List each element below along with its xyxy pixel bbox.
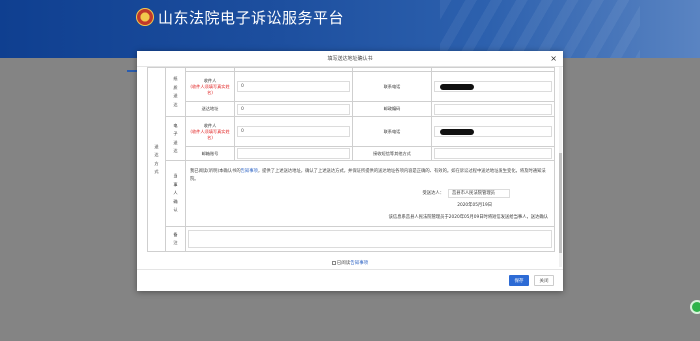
signer-input[interactable]: 莒县市人民法院管理员 xyxy=(448,188,510,198)
close-icon[interactable]: × xyxy=(550,54,557,63)
paper-recipient-label: 收件人 (收件人须填写真实姓名) xyxy=(185,71,235,102)
electronic-phone-label: 联系电话 xyxy=(352,116,432,147)
electronic-recipient-input[interactable]: 0 xyxy=(237,126,350,137)
agree-checkbox[interactable] xyxy=(331,260,336,265)
agree-notice-link[interactable]: 告知事项 xyxy=(350,261,368,266)
notice-link[interactable]: 告知事项 xyxy=(241,169,258,174)
dialog-title: 填写送达地址确认书 xyxy=(327,56,373,62)
signer-label: 受送达人： xyxy=(422,191,444,196)
save-button[interactable]: 保存 xyxy=(509,275,529,286)
sent-note: 该信息系莒县人民法院管理员于2020年05月09日时将短信发送给当事人，送达确认 xyxy=(388,214,548,220)
address-confirm-dialog: 填写送达地址确认书 × 送 达 方 式 纸 质 送 达 收件人 (收件人须填写真… xyxy=(137,51,563,291)
site-title: 山东法院电子诉讼服务平台 xyxy=(158,9,345,27)
delivery-method-label: 送 达 方 式 xyxy=(147,67,166,252)
electronic-recipient-label: 收件人 (收件人须填写真实姓名) xyxy=(185,116,235,147)
redacted-phone xyxy=(440,128,474,135)
confirm-content: 我已阅读(听明)本确认书的告知事项，提供了上述送达地址，确认了上述送达方式，并保… xyxy=(185,160,555,227)
paper-delivery-label: 纸 质 送 达 xyxy=(165,67,186,117)
email-label: 邮箱账号 xyxy=(185,146,235,161)
party-confirm-label: 当 事 人 确 认 xyxy=(165,160,186,227)
confirm-statement: 我已阅读(听明)本确认书的告知事项，提供了上述送达地址，确认了上述送达方式，并保… xyxy=(190,168,546,183)
paper-phone-input[interactable] xyxy=(434,81,552,92)
agree-text: 已阅读 xyxy=(336,261,351,266)
signer-row: 受送达人： 莒县市人民法院管理员 xyxy=(188,188,552,198)
close-button[interactable]: 关闭 xyxy=(534,275,554,286)
paper-postcode-input[interactable] xyxy=(434,103,552,115)
dialog-body: 送 达 方 式 纸 质 送 达 收件人 (收件人须填写真实姓名) 0 联系电话 … xyxy=(137,67,563,275)
court-emblem-icon xyxy=(136,8,154,26)
paper-recipient-hint: (收件人须填写真实姓名) xyxy=(190,83,230,95)
paper-phone-label: 联系电话 xyxy=(352,71,432,102)
banner-decoration xyxy=(440,0,640,58)
agree-row: 已阅读告知事项 xyxy=(137,260,563,266)
electronic-recipient-hint: (收件人须填写真实姓名) xyxy=(190,128,230,140)
remark-label: 备 注 xyxy=(165,226,186,252)
dialog-footer: 保存 关闭 xyxy=(137,269,563,291)
paper-address-label: 送达地址 xyxy=(185,101,235,117)
other-method-label: 接收短信等其他方式 xyxy=(352,146,432,161)
electronic-phone-input[interactable] xyxy=(434,126,552,137)
paper-address-input[interactable]: 0 xyxy=(237,103,350,115)
paper-postcode-label: 邮政编码 xyxy=(352,101,432,117)
dialog-header: 填写送达地址确认书 × xyxy=(137,51,563,67)
remark-textarea[interactable] xyxy=(188,230,552,248)
other-method-input[interactable] xyxy=(434,148,552,159)
scrollbar-thumb[interactable] xyxy=(559,153,562,253)
paper-recipient-input[interactable]: 0 xyxy=(237,81,350,92)
redacted-phone xyxy=(440,83,474,90)
confirm-date: 2020年05月19日 xyxy=(457,202,492,208)
address-form-table: 送 达 方 式 纸 质 送 达 收件人 (收件人须填写真实姓名) 0 联系电话 … xyxy=(147,67,555,252)
floating-help-icon[interactable] xyxy=(690,300,700,314)
site-banner xyxy=(0,0,700,58)
dialog-scrollbar[interactable] xyxy=(559,67,562,267)
electronic-delivery-label: 电 子 送 达 xyxy=(165,116,186,161)
email-input[interactable] xyxy=(237,148,350,159)
